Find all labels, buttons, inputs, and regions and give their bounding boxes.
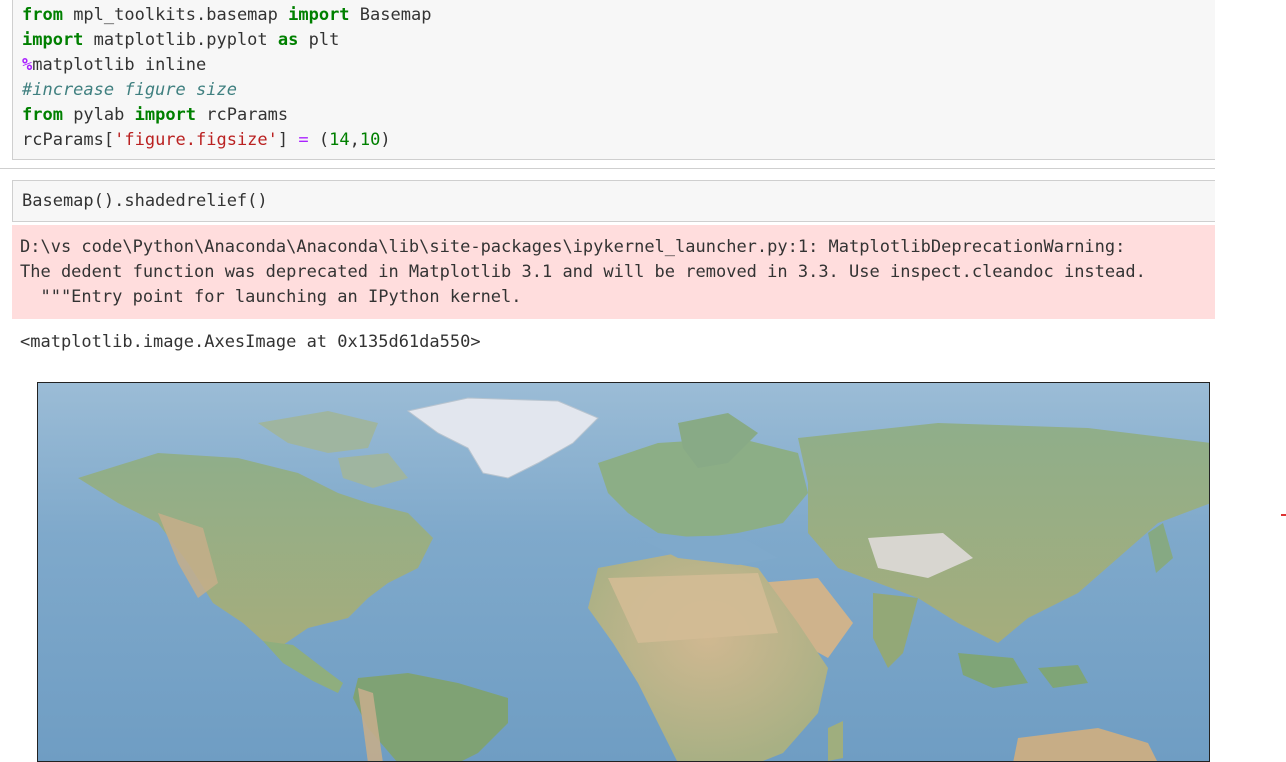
greenland-landmass (406, 397, 599, 479)
code-cell-1[interactable]: from mpl_toolkits.basemap import Basemap… (12, 0, 1215, 160)
keyword: from (22, 105, 63, 125)
code-line: rcParams['figure.figsize'] = (14,10) (22, 130, 391, 150)
scroll-indicator (1281, 514, 1286, 516)
string-literal: 'figure.figsize' (114, 130, 278, 150)
japan-islands (1148, 523, 1173, 573)
southeast-asia-islands (1038, 665, 1088, 688)
code-text: pylab (62, 105, 135, 125)
warning-line: """Entry point for launching an IPython … (20, 287, 522, 307)
code-text: matplotlib inline (32, 55, 207, 75)
code-cell-2[interactable]: Basemap().shadedrelief() (12, 180, 1215, 222)
operator: = (298, 130, 309, 150)
sahara-desert (608, 573, 778, 643)
code-line: import matplotlib.pyplot as plt (22, 30, 339, 50)
code-text: matplotlib.pyplot (83, 30, 278, 50)
code-text: plt (298, 30, 340, 50)
keyword: from (22, 5, 63, 25)
code-line: from pylab import rcParams (22, 105, 288, 125)
code-text: , (349, 130, 360, 150)
code-text: ) (380, 130, 391, 150)
magic-symbol: % (22, 55, 33, 75)
keyword: as (277, 30, 299, 50)
code-text: ( (308, 130, 330, 150)
code-line: Basemap().shadedrelief() (22, 191, 268, 211)
central-america-landmass (263, 641, 343, 693)
indian-subcontinent (873, 593, 918, 668)
southeast-asia-islands (958, 653, 1028, 688)
number-literal: 14 (329, 130, 350, 150)
code-text: Basemap (349, 5, 432, 25)
code-text: ] (277, 130, 299, 150)
madagascar-island (828, 721, 843, 761)
code-text: mpl_toolkits.basemap (62, 5, 289, 25)
cell-divider (0, 168, 1215, 169)
arctic-islands (258, 411, 378, 453)
code-comment: #increase figure size (22, 80, 237, 100)
arctic-islands (338, 453, 408, 488)
keyword: import (288, 5, 350, 25)
shaded-relief-map (37, 382, 1210, 762)
code-line: from mpl_toolkits.basemap import Basemap (22, 5, 431, 25)
keyword: import (134, 105, 197, 125)
code-text: rcParams (196, 105, 289, 125)
number-literal: 10 (359, 130, 381, 150)
warning-line: D:\vs code\Python\Anaconda\Anaconda\lib\… (20, 237, 1126, 257)
code-line: %matplotlib inline (22, 55, 206, 75)
stderr-output: D:\vs code\Python\Anaconda\Anaconda\lib\… (12, 225, 1215, 319)
code-text: rcParams[ (22, 130, 115, 150)
warning-line: The dedent function was deprecated in Ma… (20, 262, 1146, 282)
execute-result: <matplotlib.image.AxesImage at 0x135d61d… (20, 332, 481, 352)
keyword: import (22, 30, 84, 50)
map-image (78, 397, 1209, 761)
